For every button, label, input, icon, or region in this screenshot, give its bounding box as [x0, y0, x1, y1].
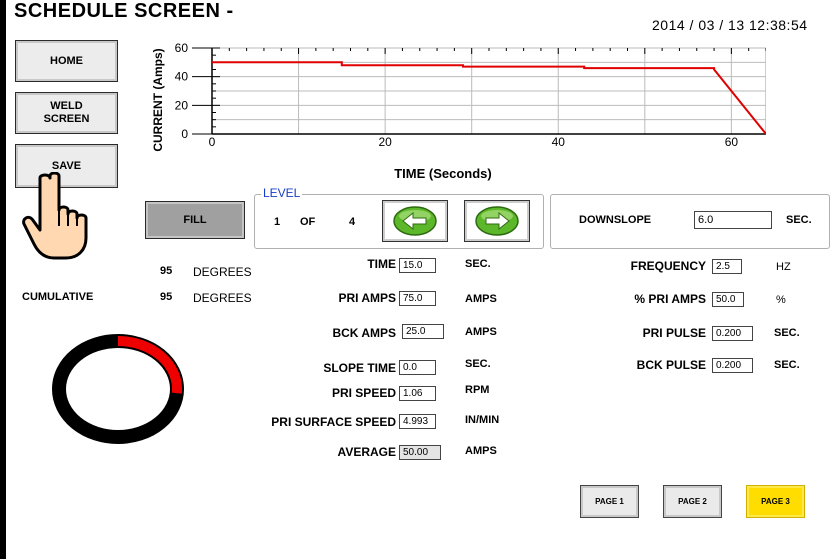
average-display [399, 445, 441, 460]
save-button-label: SAVE [51, 159, 82, 172]
pri-pulse-input[interactable] [712, 326, 753, 341]
pri-amps-input[interactable] [399, 291, 436, 306]
pri-speed-input[interactable] [399, 386, 436, 401]
degrees-value: 95 [160, 265, 173, 277]
level-total: 4 [349, 216, 356, 228]
degrees-ring-gauge [52, 334, 184, 444]
weld-screen-label-line2: SCREEN [43, 113, 90, 125]
chart-y-tick-label: 40 [175, 70, 189, 84]
cumulative-value: 95 [160, 291, 173, 303]
pri-surface-speed-label: PRI SURFACE SPEED [271, 415, 396, 429]
pri-speed-unit: RPM [465, 384, 490, 396]
bck-pulse-unit: SEC. [774, 359, 800, 371]
downslope-input[interactable] [694, 211, 772, 229]
pri-surface-speed-input[interactable] [399, 414, 436, 429]
fill-button[interactable]: FILL [145, 201, 245, 239]
pri-speed-label: PRI SPEED [331, 386, 396, 400]
frequency-input[interactable] [712, 259, 742, 274]
average-unit: AMPS [465, 445, 497, 457]
weld-screen-label-line1: WELD [50, 100, 83, 112]
degrees-unit: DEGREES [193, 265, 252, 279]
fill-button-label: FILL [183, 213, 207, 226]
current-chart: 0 20 40 60 0 20 40 60 TIME (Seconds) CURRENT (A… [146, 36, 767, 186]
chart-y-tick-label: 60 [175, 41, 189, 55]
page-1-label: PAGE 1 [595, 497, 624, 506]
pct-pri-amps-unit: % [776, 294, 786, 306]
chart-y-tick-label: 0 [181, 127, 188, 141]
time-unit: SEC. [465, 258, 491, 270]
chart-x-axis-label: TIME (Seconds) [394, 166, 492, 181]
bck-amps-label: BCK AMPS [332, 326, 396, 340]
chart-x-tick-label: 0 [209, 135, 216, 149]
pri-pulse-unit: SEC. [774, 327, 800, 339]
frequency-label: FREQUENCY [630, 259, 706, 273]
hand-pointer-icon [22, 172, 88, 260]
ring-progress-arc [117, 336, 183, 394]
pri-amps-unit: AMPS [465, 293, 497, 305]
chart-x-tick-label: 40 [552, 135, 566, 149]
time-label: TIME [367, 257, 396, 271]
slope-time-label: SLOPE TIME [323, 361, 396, 375]
chart-y-axis-label: CURRENT (Amps) [151, 48, 165, 151]
average-label: AVERAGE [337, 445, 396, 459]
page-3-label: PAGE 3 [761, 497, 790, 506]
page-title: SCHEDULE SCREEN - [14, 0, 234, 22]
schedule-screen: SCHEDULE SCREEN - 2014 / 03 / 13 12:38:5… [6, 0, 833, 559]
page-2-button[interactable]: PAGE 2 [663, 485, 722, 518]
datetime-display: 2014 / 03 / 13 12:38:54 [652, 17, 808, 33]
level-prev-button[interactable] [382, 200, 448, 242]
pri-amps-label: PRI AMPS [338, 291, 396, 305]
downslope-label: DOWNSLOPE [579, 214, 652, 226]
level-title: LEVEL [261, 186, 303, 200]
frequency-unit: HZ [776, 261, 791, 273]
bck-amps-unit: AMPS [465, 326, 497, 338]
bck-pulse-label: BCK PULSE [636, 358, 706, 372]
bck-amps-input[interactable] [402, 324, 444, 339]
slope-time-input[interactable] [399, 360, 436, 375]
cumulative-label: CUMULATIVE [22, 291, 94, 303]
chart-x-tick-label: 20 [378, 135, 392, 149]
current-vs-time-plot: 0 20 40 60 0 20 40 60 TIME (Seconds) CURRENT (A… [151, 41, 767, 181]
pct-pri-amps-label: % PRI AMPS [634, 292, 706, 306]
weld-screen-button[interactable]: WELD SCREEN [15, 92, 118, 134]
level-next-button[interactable] [464, 200, 530, 242]
downslope-unit: SEC. [786, 214, 812, 226]
pri-surface-speed-unit: IN/MIN [465, 414, 500, 426]
cumulative-unit: DEGREES [193, 291, 252, 305]
left-arrow-icon [393, 206, 437, 236]
home-button-label: HOME [50, 54, 83, 67]
slope-time-unit: SEC. [465, 358, 491, 370]
chart-y-tick-label: 20 [175, 98, 189, 112]
page-1-button[interactable]: PAGE 1 [580, 485, 639, 518]
time-input[interactable] [399, 258, 436, 273]
level-current: 1 [274, 216, 281, 228]
right-arrow-icon [475, 206, 519, 236]
chart-x-tick-label: 60 [725, 135, 739, 149]
pri-pulse-label: PRI PULSE [642, 326, 706, 340]
pct-pri-amps-input[interactable] [712, 292, 744, 307]
page-2-label: PAGE 2 [678, 497, 707, 506]
home-button[interactable]: HOME [15, 40, 118, 82]
page-3-button[interactable]: PAGE 3 [746, 485, 805, 518]
bck-pulse-input[interactable] [712, 358, 753, 373]
level-of-label: OF [300, 216, 316, 228]
